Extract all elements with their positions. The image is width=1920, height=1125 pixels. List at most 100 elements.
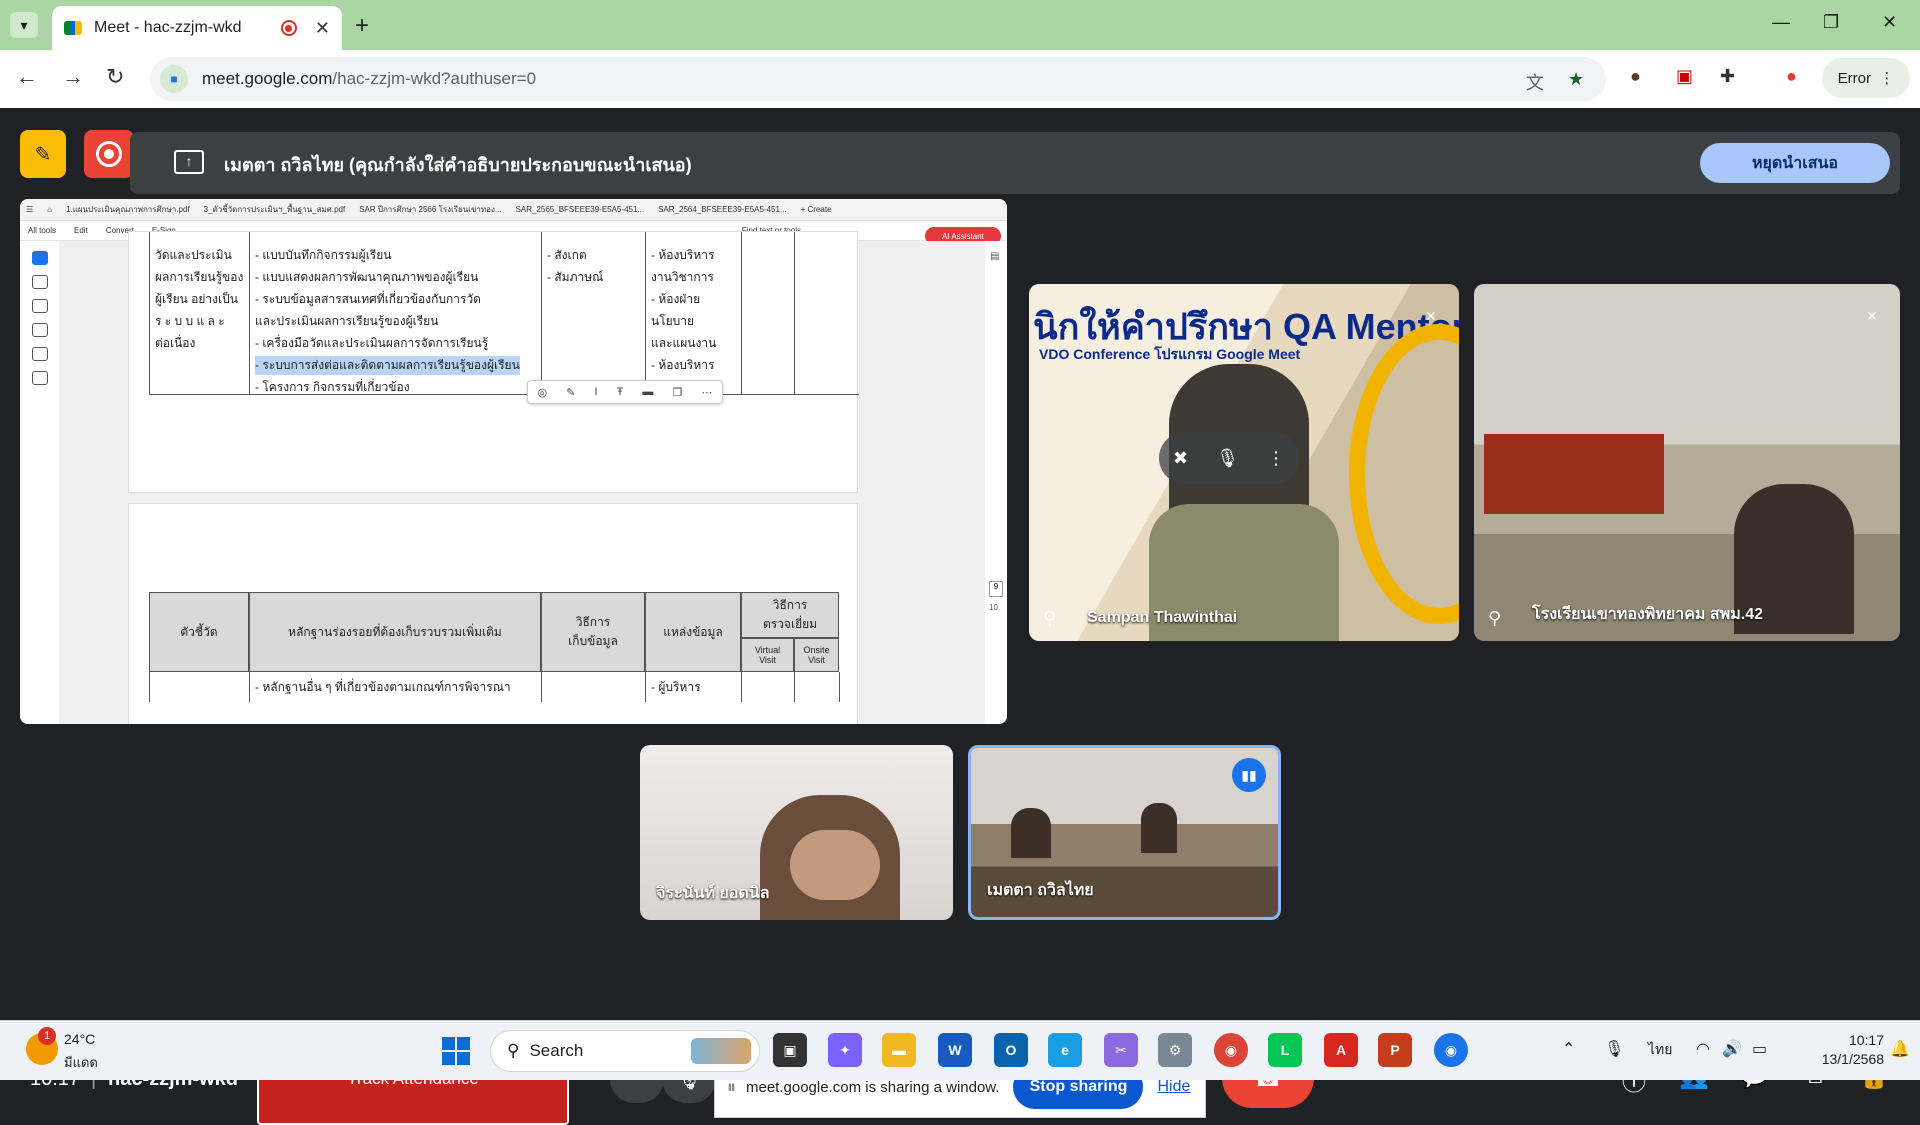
highlight-icon[interactable]: ✎: [566, 386, 575, 399]
more-options-icon[interactable]: ⋮: [1267, 448, 1285, 469]
col1-line: ผู้เรียน อย่างเป็น: [155, 292, 238, 306]
participant-tile-metta[interactable]: ▮▮ เมตตา ถวิลไทย: [968, 745, 1281, 920]
copilot-icon[interactable]: ✦: [828, 1033, 862, 1067]
speaking-indicator-icon: ▮▮: [1232, 758, 1266, 792]
strikethrough-icon[interactable]: Ŧ: [617, 386, 624, 398]
pdf-menu-icon[interactable]: ☰: [26, 205, 33, 214]
col4-line: - ห้องฝ่าย: [651, 292, 701, 306]
sign-tool-icon[interactable]: [32, 371, 48, 385]
mic-off-icon: ✕: [1866, 307, 1878, 324]
show-hidden-icons-chevron-icon[interactable]: ⌃: [1562, 1039, 1575, 1059]
participant-name: จิระนันท์ ยอดนิล: [656, 885, 770, 902]
frame-ring: [1349, 324, 1459, 624]
participant-tile-jiranan[interactable]: จิระนันท์ ยอดนิล: [640, 745, 953, 920]
windows-taskbar: 1 24°C มีแดด ⚲ Search ▣ ✦ ▬ W O e ✂ ⚙ ◉ …: [0, 1020, 1920, 1080]
present-screen-icon: ↑: [174, 150, 204, 174]
table-header-evidence: หลักฐานร่องรอยที่ต้องเก็บรวบรวมเพิ่มเติม: [249, 592, 541, 672]
battery-icon[interactable]: ▭: [1752, 1039, 1767, 1059]
menu-all-tools[interactable]: All tools: [28, 226, 56, 235]
pdf-tab-2[interactable]: 3_ตัวชี้วัดการประเมินฯ_พื้นฐาน_สมศ.pdf: [204, 203, 346, 216]
weather-temp[interactable]: 24°C: [64, 1031, 95, 1047]
taskbar-clock[interactable]: 10:17 13/1/2568: [1794, 1031, 1884, 1069]
presenting-status-text: เมตตา ถวิลไทย (คุณกำลังใส่คำอธิบายประกอบ…: [224, 155, 692, 175]
more-icon[interactable]: ⋯: [701, 386, 712, 399]
translate-icon[interactable]: 文: [1526, 69, 1544, 95]
pin-off-icon[interactable]: ✖: [1173, 448, 1188, 469]
reload-icon[interactable]: ↻: [106, 64, 124, 90]
text-markup-toolbar[interactable]: ◎ ✎ I Ŧ ▬ ❐ ⋯: [527, 380, 723, 404]
participant-figure: [1141, 803, 1177, 853]
pin-icon[interactable]: ⚲: [1488, 608, 1501, 629]
close-window-icon[interactable]: ✕: [1882, 12, 1897, 33]
highlighted-line[interactable]: - ระบบการส่งต่อและติดตามผลการเรียนรู้ของ…: [255, 356, 520, 375]
minimize-window-icon[interactable]: —: [1772, 12, 1790, 33]
mic-off-icon[interactable]: 🎙: [1216, 448, 1239, 469]
profile-error-button[interactable]: Error ⋮: [1822, 58, 1910, 98]
pdf-document-area[interactable]: วัดและประเมิน ผลการเรียนรู้ของ ผู้เรียน …: [60, 231, 985, 724]
restore-window-icon[interactable]: ❐: [1823, 12, 1839, 33]
bookmark-star-icon[interactable]: ★: [1568, 69, 1584, 90]
line-icon[interactable]: L: [1268, 1033, 1302, 1067]
chrome-icon[interactable]: ◉: [1214, 1033, 1248, 1067]
pdf-tool-rail: [20, 241, 60, 724]
extension-owl-icon[interactable]: ●: [1630, 66, 1641, 87]
page-number-current[interactable]: 9: [989, 581, 1003, 597]
edge-icon[interactable]: e: [1048, 1033, 1082, 1067]
pdf-tab-4[interactable]: SAR_2565_BFSEEE39-E5A5-451...: [516, 205, 645, 214]
taskbar-search-box[interactable]: ⚲ Search: [490, 1030, 760, 1072]
wifi-icon[interactable]: ◠: [1696, 1039, 1710, 1059]
table-header-method: วิธีการ เก็บข้อมูล: [541, 592, 645, 672]
zoom-tool-icon[interactable]: [32, 275, 48, 289]
profile-avatar-icon[interactable]: ●: [1786, 66, 1797, 87]
extension-on-icon[interactable]: ▣: [1676, 66, 1693, 87]
menu-edit[interactable]: Edit: [74, 226, 88, 235]
browser-tab-meet[interactable]: Meet - hac-zzjm-wkd ✕: [52, 6, 342, 50]
pdf-create-tab[interactable]: + Create: [801, 205, 832, 214]
settings-app-icon[interactable]: ⚙: [1158, 1033, 1192, 1067]
volume-icon[interactable]: 🔊: [1722, 1039, 1742, 1059]
acrobat-icon[interactable]: A: [1324, 1033, 1358, 1067]
pen-tool-icon[interactable]: [32, 299, 48, 313]
address-bar[interactable]: ■ meet.google.com/hac-zzjm-wkd?authuser=…: [150, 57, 1606, 101]
search-highlight-image: [691, 1038, 751, 1064]
forward-arrow-icon[interactable]: →: [62, 64, 84, 90]
recording-button[interactable]: [84, 130, 134, 178]
tab-search-chevron-icon[interactable]: ▾: [10, 12, 38, 38]
task-view-icon[interactable]: ▣: [773, 1033, 807, 1067]
start-button[interactable]: [442, 1037, 470, 1065]
new-tab-plus-icon[interactable]: +: [355, 12, 369, 40]
snipping-tool-icon[interactable]: ✂: [1104, 1033, 1138, 1067]
participant-tile-school[interactable]: ✕ โรงเรียนเขาทองพิทยาคม สพม.42 ⚲: [1474, 284, 1900, 641]
back-arrow-icon[interactable]: ←: [16, 64, 38, 90]
comment-icon[interactable]: ◎: [538, 386, 548, 399]
pdf-tab-3[interactable]: SAR ปีการศึกษา 2566 โรงเรียนเขาทอง...: [359, 203, 501, 216]
input-language[interactable]: ไทย: [1648, 1039, 1672, 1061]
file-explorer-icon[interactable]: ▬: [882, 1033, 916, 1067]
text-tool-icon[interactable]: [32, 347, 48, 361]
select-tool-icon[interactable]: [32, 251, 48, 265]
tray-mic-icon[interactable]: 🎙: [1604, 1039, 1624, 1059]
stop-presenting-button[interactable]: หยุดนำเสนอ: [1700, 143, 1890, 183]
site-info-icon[interactable]: ■: [160, 65, 188, 93]
outlook-icon[interactable]: O: [994, 1033, 1028, 1067]
participant-tile-sampan[interactable]: นิกให้คำปรึกษา QA Mentor VDO Conference …: [1029, 284, 1459, 641]
word-icon[interactable]: W: [938, 1033, 972, 1067]
annotation-toggle-button[interactable]: ✎: [20, 130, 66, 178]
tile-hover-controls[interactable]: ✖ 🎙 ⋮: [1159, 432, 1299, 484]
pin-icon[interactable]: ⚲: [1043, 608, 1056, 629]
notification-bell-icon[interactable]: 🔔: [1890, 1039, 1910, 1059]
redact-icon[interactable]: ▬: [642, 386, 653, 398]
underline-icon[interactable]: I: [594, 386, 597, 398]
hide-notice-link[interactable]: Hide: [1157, 1078, 1190, 1096]
powerpoint-icon[interactable]: P: [1378, 1033, 1412, 1067]
pdf-tab-5[interactable]: SAR_2564_BFSEEE39-E5A5-451...: [658, 205, 787, 214]
pdf-tab-1[interactable]: 1.แผนประเมินคุณภาพการศึกษา.pdf: [66, 203, 190, 216]
home-icon[interactable]: ⌂: [47, 205, 52, 214]
chrome-profile-icon[interactable]: ◉: [1434, 1033, 1468, 1067]
lasso-tool-icon[interactable]: [32, 323, 48, 337]
close-tab-icon[interactable]: ✕: [315, 18, 330, 39]
comment-panel-icon[interactable]: ▤: [990, 251, 1007, 262]
copy-icon[interactable]: ❐: [672, 386, 682, 399]
extensions-puzzle-icon[interactable]: ✚: [1720, 66, 1735, 87]
recording-indicator-icon: [280, 20, 297, 36]
